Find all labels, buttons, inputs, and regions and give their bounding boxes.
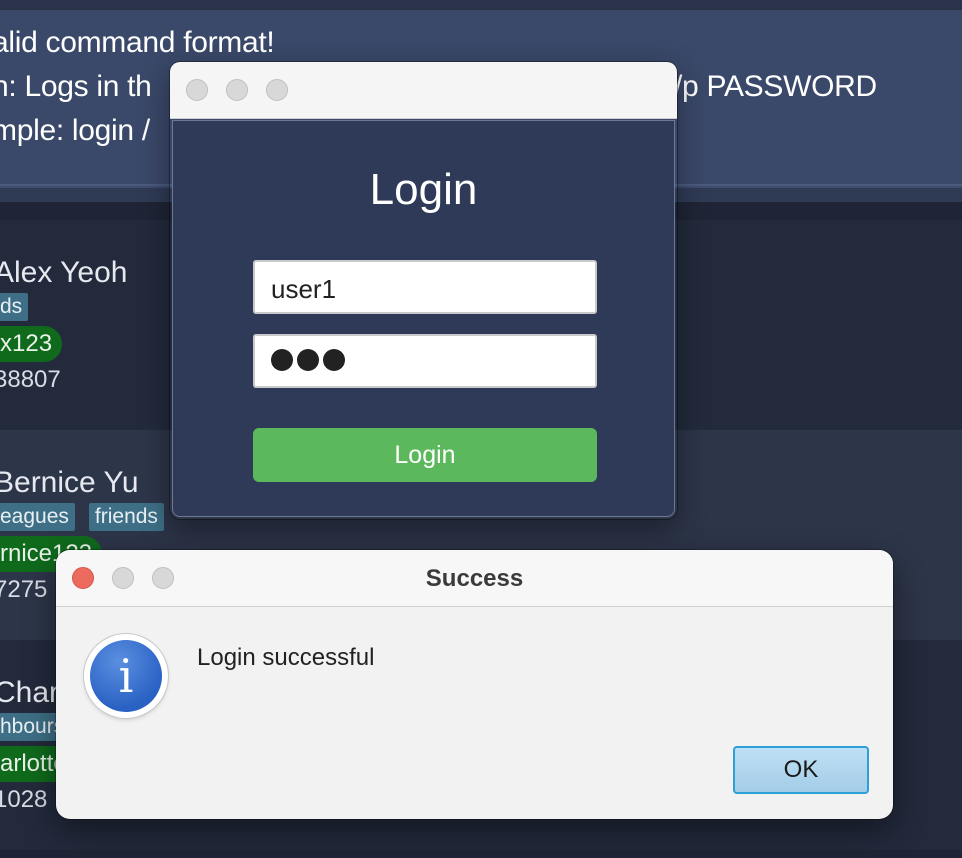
person-name: Alex Yeoh	[0, 256, 128, 289]
app-top-bar	[0, 0, 962, 12]
tag-list: eagues friends	[0, 503, 164, 531]
tag: friends	[88, 503, 164, 531]
info-icon-glyph: i	[90, 640, 162, 712]
result-line-1: alid command format!	[0, 26, 275, 59]
person-phone: 38807	[0, 366, 61, 393]
person-phone: 7275	[0, 576, 48, 603]
dialog-title: Success	[425, 565, 524, 592]
minimize-window-button[interactable]	[226, 79, 248, 101]
result-line-2: n: Logs in th	[0, 70, 152, 103]
login-window: Login user1 Login	[170, 62, 677, 519]
ok-button[interactable]: OK	[733, 746, 869, 794]
login-heading: Login	[369, 165, 478, 214]
tag-list: ds	[0, 293, 29, 321]
success-dialog: Success i Login successful OK	[56, 550, 893, 819]
login-button[interactable]: Login	[253, 428, 597, 482]
zoom-window-button[interactable]	[266, 79, 288, 101]
password-mask	[271, 349, 345, 371]
login-form: Login user1 Login	[172, 120, 675, 517]
result-line-3: mple: login /	[0, 114, 150, 147]
username-field[interactable]: user1	[253, 260, 597, 314]
password-field[interactable]	[253, 334, 597, 388]
password-mask-dot	[323, 349, 345, 371]
person-phone: 1028	[0, 786, 48, 813]
password-mask-dot	[271, 349, 293, 371]
close-window-button[interactable]	[186, 79, 208, 101]
dialog-message: Login successful	[197, 644, 375, 671]
person-name: Char	[0, 676, 60, 709]
tag: ds	[0, 293, 29, 321]
info-icon: i	[84, 634, 168, 718]
person-name: Bernice Yu	[0, 466, 139, 499]
person-handle: x123	[0, 326, 63, 362]
tag: eagues	[0, 503, 75, 531]
password-mask-dot	[297, 349, 319, 371]
username-value: user1	[271, 274, 337, 304]
login-titlebar[interactable]	[170, 62, 677, 119]
result-line-2-tail: /p PASSWORD	[674, 70, 877, 103]
dialog-titlebar[interactable]: Success	[56, 550, 893, 607]
